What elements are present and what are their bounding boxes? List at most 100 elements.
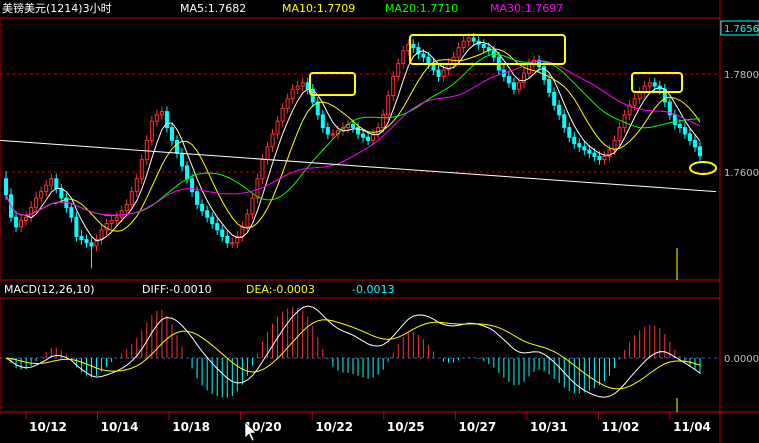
candle-body — [672, 114, 677, 125]
candle-body — [350, 123, 356, 129]
ma30-line — [5, 60, 701, 216]
ytick-1-7600: 1.7600 — [724, 168, 759, 179]
candle-body — [245, 213, 250, 228]
diff-line — [5, 305, 701, 398]
candle-body — [587, 149, 592, 154]
xtick-label: 11/02 — [602, 420, 640, 434]
candle-body — [300, 82, 305, 87]
candle-body — [220, 229, 225, 237]
candle-body — [144, 139, 149, 161]
candle-body — [361, 133, 366, 138]
candle-body — [139, 159, 144, 180]
xtick-label: 10/22 — [315, 420, 353, 434]
candle-body — [562, 114, 567, 129]
candle-body — [39, 191, 44, 199]
candle-body — [436, 69, 441, 77]
candle-body — [461, 40, 466, 49]
candle-body — [185, 165, 190, 180]
candle-body — [3, 178, 9, 196]
candle-body — [154, 114, 159, 122]
chart-title: 美镑美元(1214)3小时 — [2, 1, 112, 15]
candle-body — [14, 216, 19, 228]
candle-body — [325, 127, 330, 135]
candle-body — [240, 226, 245, 237]
candle-body — [582, 146, 587, 151]
candle-body — [466, 37, 471, 42]
dea-line — [5, 319, 701, 390]
candle-body — [305, 82, 310, 90]
candle-body — [124, 203, 129, 212]
candle-body — [697, 146, 703, 157]
ma20-label: MA20:1.7710 — [385, 2, 458, 15]
candle-body — [74, 216, 79, 237]
candle-body — [99, 229, 104, 241]
candle-body — [69, 207, 74, 218]
xtick-label: 10/12 — [29, 420, 67, 434]
candle-body — [637, 91, 642, 100]
ma30-label: MA30:1.7697 — [490, 2, 563, 15]
candle-body — [506, 75, 511, 84]
candle-body — [290, 88, 295, 100]
candle-body — [295, 85, 300, 90]
candle-body — [149, 120, 154, 141]
candle-body — [441, 69, 446, 77]
candle-body — [557, 104, 562, 116]
xaxis-labels: 10/12 10/14 10/18 10/20 10/22 10/25 10/27 10/31… — [25, 412, 711, 434]
candle-body — [19, 219, 24, 228]
candle-body — [200, 203, 205, 212]
ytick-1-7800: 1.7800 — [724, 70, 759, 81]
candle-body — [617, 127, 622, 141]
candle-body — [330, 133, 335, 136]
candle-body — [129, 191, 134, 205]
candle-body — [652, 82, 657, 87]
candle-body — [401, 50, 406, 65]
candle-body — [396, 63, 401, 77]
candle-body — [577, 143, 582, 148]
candle-body — [210, 216, 215, 225]
ma5-label: MA5:1.7682 — [180, 2, 246, 15]
candle-body — [44, 184, 49, 193]
highlight-box-top-1 — [309, 72, 356, 96]
candle-body — [381, 114, 386, 129]
candle-body — [230, 242, 235, 245]
candle-body — [572, 136, 577, 145]
candle-body — [552, 91, 557, 106]
candle-body — [169, 127, 174, 141]
candle-body — [29, 207, 34, 218]
xtick-label: 10/14 — [101, 420, 139, 434]
candle-body — [481, 43, 486, 49]
candle-body — [612, 139, 617, 151]
candle-body — [516, 82, 521, 90]
xtick-label: 11/04 — [673, 420, 711, 434]
xtick-label: 10/18 — [172, 420, 210, 434]
candle-body — [255, 178, 260, 199]
candle-body — [250, 197, 255, 215]
candles — [3, 32, 703, 269]
candle-body — [602, 155, 607, 161]
candle-body — [270, 133, 275, 148]
candle-body — [285, 98, 290, 109]
xtick-label: 10/27 — [458, 420, 496, 434]
candle-body — [386, 95, 391, 116]
candle-body — [190, 178, 195, 193]
candle-body — [376, 127, 381, 135]
candle-body — [280, 107, 285, 122]
candle-body — [456, 47, 461, 58]
candlestick-chart[interactable]: 美镑美元(1214)3小时 MA5:1.7682 MA10:1.7709 MA2… — [0, 0, 759, 443]
dea-label: DEA:-0.0003 — [246, 283, 315, 296]
candle-body — [632, 98, 637, 106]
macd-label: MACD(12,26,10) — [4, 283, 95, 296]
candle-body — [647, 82, 652, 87]
candle-body — [426, 56, 431, 65]
ma10-line — [5, 48, 701, 232]
candle-body — [411, 43, 416, 49]
candle-body — [320, 114, 325, 129]
xtick-label: 10/25 — [387, 420, 425, 434]
candle-body — [682, 127, 687, 135]
candle-body — [567, 127, 572, 138]
candle-body — [180, 152, 185, 167]
candle-body — [597, 155, 602, 161]
candle-body — [134, 178, 139, 193]
candle-body — [275, 120, 280, 135]
candle-body — [54, 178, 59, 189]
